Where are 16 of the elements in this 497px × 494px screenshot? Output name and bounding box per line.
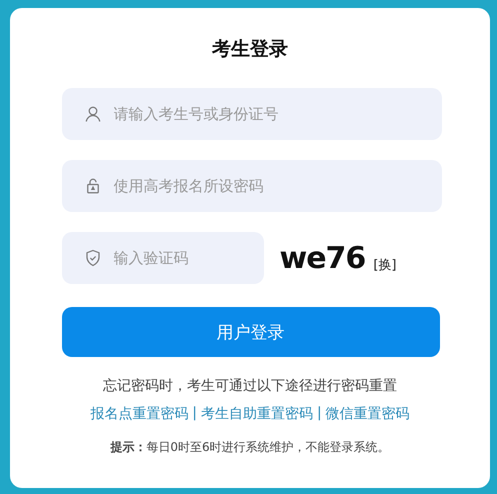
separator: | — [317, 405, 322, 423]
reset-link[interactable]: 考生自助重置密码 — [201, 405, 313, 423]
input-field[interactable]: 输入验证码 — [62, 232, 264, 284]
reset-note: 忘记密码时，考生可通过以下途径进行密码重置 — [103, 377, 397, 395]
reset-link[interactable]: 报名点重置密码 — [90, 405, 188, 423]
input-field[interactable]: 使用高考报名所设密码 — [62, 160, 442, 212]
user-icon — [84, 105, 102, 123]
refresh-link[interactable]: [换] — [373, 256, 396, 274]
login-button[interactable]: 用户登录 — [62, 307, 440, 357]
shield-icon — [84, 249, 102, 267]
input-field[interactable]: 请输入考生号或身份证号 — [62, 88, 442, 140]
reset-link[interactable]: 微信重置密码 — [326, 405, 410, 423]
captcha-image: we76 — [280, 240, 366, 276]
login-title: 考生登录 — [212, 37, 288, 62]
maintenance-notice: 提示：每日0时至6时进行系统维护，不能登录系统。 — [110, 439, 390, 456]
separator: | — [192, 405, 197, 423]
